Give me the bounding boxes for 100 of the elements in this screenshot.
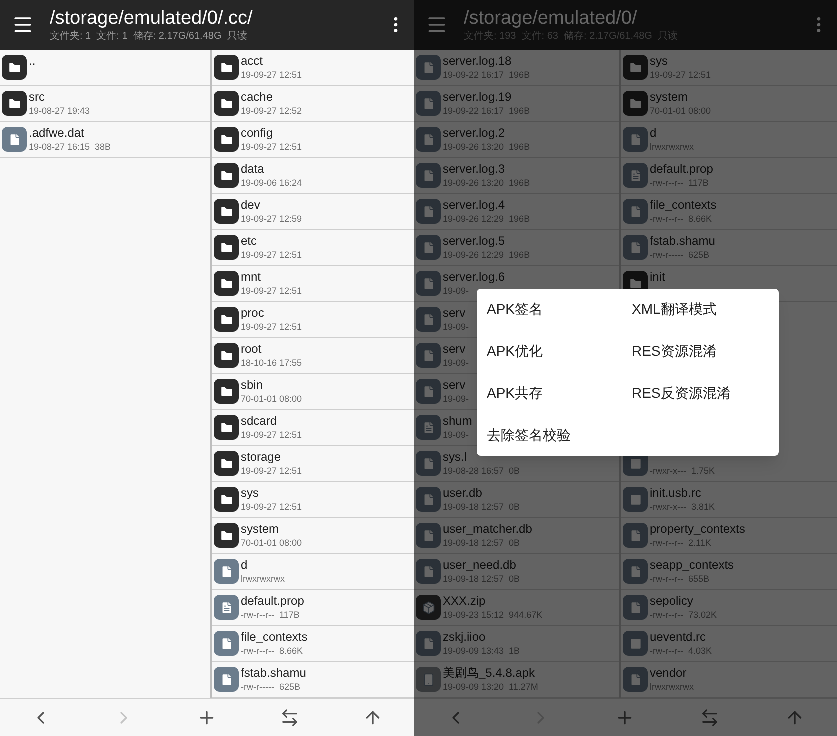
file-name[interactable]: storage [241,450,302,465]
file-details: 19-08-27 16:15 38B [29,141,112,153]
dialog-option[interactable]: APK共存 [487,383,544,404]
file-name[interactable]: system [241,522,302,537]
file-name[interactable]: .. [29,54,36,69]
file-name[interactable]: user.db [443,486,520,501]
file-name[interactable]: ueventd.rc [650,630,712,645]
folder-icon [214,451,239,476]
file-icon [623,667,648,692]
folder-path: /storage/emulated/0/ [464,8,638,30]
file-details: -rw-r--r-- 8.66K [241,645,304,657]
file-details: 70-01-01 08:00 [241,393,302,405]
file-name[interactable]: mnt [241,270,302,285]
file-name[interactable]: d [650,126,694,141]
file-name[interactable]: root [241,342,302,357]
file-name[interactable]: XXX.zip [443,594,543,609]
file-details: 19-09-27 12:51 [241,141,302,153]
file-details: 19-09-27 12:51 [241,69,302,81]
file-details: 19-09-27 12:52 [241,105,302,117]
file-details: 19-08-27 19:43 [29,105,90,117]
file-details: 19-09-27 12:51 [241,249,302,261]
file-name[interactable]: 美剧鸟_5.4.8.apk [443,666,538,681]
folder-path: /storage/emulated/0/.cc/ [50,8,254,30]
file-details: -rw-r----- 625B [241,681,302,693]
folder-icon [623,91,648,116]
file-icon [623,595,648,620]
folder-icon [214,199,239,224]
folder-icon [214,307,239,332]
file-details: 19-09-27 12:51 [241,465,302,477]
file-name[interactable]: shum [443,414,472,429]
file-name[interactable]: server.log.6 [443,270,506,285]
file-name[interactable]: server.log.4 [443,198,530,213]
file-name[interactable]: serv [443,306,470,321]
dialog-option[interactable]: XML翻译模式 [632,299,717,320]
folder-icon [214,163,239,188]
file-name[interactable]: d [241,558,285,573]
file-name[interactable]: sys [241,486,302,501]
file-name[interactable]: sdcard [241,414,302,429]
file-name[interactable]: config [241,126,302,141]
swap-icon[interactable] [280,708,300,728]
file-name[interactable]: fstab.shamu [241,666,306,681]
file-name[interactable]: serv [443,342,470,357]
dialog-option[interactable]: APK签名 [487,299,544,320]
file-name[interactable]: serv [443,378,470,393]
folder-icon [214,127,239,152]
folder-icon [214,55,239,80]
file-name[interactable]: default.prop [650,162,714,177]
folder-icon [214,91,239,116]
file-icon [214,559,239,584]
file-name[interactable]: server.log.3 [443,162,530,177]
file-details: 19-09-27 12:51 [241,285,302,297]
file-name[interactable]: default.prop [241,594,304,609]
file-name[interactable]: file_contexts [241,630,308,645]
swap-icon[interactable] [700,708,720,728]
file-name[interactable]: user_need.db [443,558,520,573]
file-name[interactable]: init [650,270,666,285]
file-name[interactable]: server.log.2 [443,126,530,141]
file-icon [623,523,648,548]
file-icon [214,667,239,692]
file-details: 19-09-27 12:59 [241,213,302,225]
file-name[interactable]: sys [650,54,712,69]
file-name[interactable]: sepolicy [650,594,717,609]
file-name[interactable]: vendor [650,666,694,681]
file-icon [623,559,648,584]
file-name[interactable]: zskj.iioo [443,630,520,645]
dialog-option[interactable]: APK优化 [487,341,544,362]
file-details: 18-10-16 17:55 [241,357,302,369]
file-details: 19-09-06 16:24 [241,177,302,189]
folder-icon [214,235,239,260]
file-name[interactable]: acct [241,54,302,69]
file-name[interactable]: server.log.5 [443,234,530,249]
file-name[interactable]: .adfwe.dat [29,126,112,141]
file-icon [623,199,648,224]
dialog-option[interactable]: 去除签名校验 [487,425,571,446]
file-name[interactable]: dev [241,198,302,213]
file-name[interactable]: data [241,162,302,177]
file-name[interactable]: cache [241,90,302,105]
dialog-option[interactable]: RES资源混淆 [632,341,717,362]
file-name[interactable]: src [29,90,90,105]
file-name[interactable]: file_contexts [650,198,717,213]
folder-icon [214,523,239,548]
folder-icon [214,271,239,296]
text-file-icon [623,163,648,188]
dialog-option[interactable]: RES反资源混淆 [632,383,731,404]
folder-icon [214,487,239,512]
file-icon [214,631,239,656]
file-name[interactable]: etc [241,234,302,249]
file-details: 19-09-27 12:51 [241,321,302,333]
file-name[interactable]: server.log.19 [443,90,530,105]
file-name[interactable]: system [650,90,712,105]
file-name[interactable]: user_matcher.db [443,522,532,537]
file-icon [623,235,648,260]
file-name[interactable]: server.log.18 [443,54,530,69]
file-name[interactable]: seapp_contexts [650,558,734,573]
file-name[interactable]: sbin [241,378,302,393]
file-name[interactable]: property_contexts [650,522,746,537]
file-name[interactable]: fstab.shamu [650,234,716,249]
file-details: 70-01-01 08:00 [241,537,302,549]
file-name[interactable]: init.usb.rc [650,486,715,501]
file-name[interactable]: proc [241,306,302,321]
